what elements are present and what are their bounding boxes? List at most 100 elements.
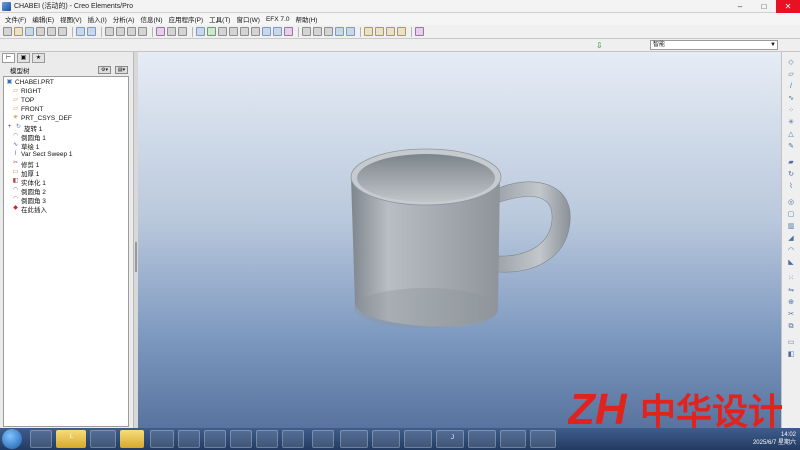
drive-icon[interactable]	[90, 430, 116, 448]
terminal-icon[interactable]	[500, 430, 526, 448]
datum-points-icon[interactable]	[386, 27, 395, 36]
zoom-in-icon[interactable]	[229, 27, 238, 36]
chamfer-tool-icon[interactable]: ◣	[786, 258, 796, 267]
datum-point-tool-icon[interactable]: ⁘	[786, 106, 796, 115]
merge-tool-icon[interactable]: ⊕	[786, 298, 796, 307]
mirror-tool-icon[interactable]: ⇋	[786, 286, 796, 295]
zoom-out-icon[interactable]	[240, 27, 249, 36]
drawing-app-icon[interactable]	[282, 430, 304, 448]
sketch-tool-icon[interactable]: ∿	[786, 94, 796, 103]
solidify-tool-icon[interactable]: ◧	[786, 350, 796, 359]
creo-window-2-icon[interactable]	[404, 430, 432, 448]
menu-efx[interactable]: EFX 7.0	[263, 16, 292, 23]
hole-tool-icon[interactable]: ◎	[786, 198, 796, 207]
menu-view[interactable]: 视图(V)	[57, 14, 85, 24]
paste-special-icon[interactable]	[138, 27, 147, 36]
csys-tool-icon[interactable]: ✳	[786, 118, 796, 127]
menu-info[interactable]: 信息(N)	[137, 14, 165, 24]
open-file-icon[interactable]	[14, 27, 23, 36]
layers-icon[interactable]	[284, 27, 293, 36]
shading-icon[interactable]	[335, 27, 344, 36]
print-icon[interactable]	[36, 27, 45, 36]
menu-analysis[interactable]: 分析(A)	[110, 14, 138, 24]
link-icon[interactable]	[58, 27, 67, 36]
select-box-icon[interactable]	[178, 27, 187, 36]
menu-window[interactable]: 窗口(W)	[233, 14, 262, 24]
maximize-button[interactable]: □	[752, 0, 776, 13]
find-icon[interactable]	[167, 27, 176, 36]
menu-tools[interactable]: 工具(T)	[206, 14, 233, 24]
paste-icon[interactable]	[127, 27, 136, 36]
whats-this-icon[interactable]	[415, 27, 424, 36]
refit-icon[interactable]	[251, 27, 260, 36]
favorites-tab[interactable]: ★	[32, 53, 45, 63]
saved-views-icon[interactable]	[273, 27, 282, 36]
player-app-icon[interactable]	[230, 430, 252, 448]
tree-node-top[interactable]: ▱ TOP	[12, 96, 34, 105]
hidden-line-icon[interactable]	[313, 27, 322, 36]
analysis-tool-icon[interactable]: △	[786, 130, 796, 139]
tree-node-right[interactable]: ▱ RIGHT	[12, 87, 41, 96]
datum-planes-icon[interactable]	[364, 27, 373, 36]
scanner-icon[interactable]	[530, 430, 556, 448]
start-button[interactable]	[2, 429, 22, 449]
menu-insert[interactable]: 插入(I)	[85, 14, 110, 24]
redo-icon[interactable]	[87, 27, 96, 36]
copy-icon[interactable]	[116, 27, 125, 36]
spin-center-icon[interactable]	[207, 27, 216, 36]
cut-icon[interactable]	[105, 27, 114, 36]
creo-window-4-icon[interactable]	[468, 430, 496, 448]
menu-file[interactable]: 文件(F)	[2, 14, 29, 24]
creo-window-1-icon[interactable]	[372, 430, 400, 448]
pencil-tool-icon[interactable]: ✎	[786, 142, 796, 151]
tree-node-front[interactable]: ▱ FRONT	[12, 105, 43, 114]
iqiyi-app-icon[interactable]	[256, 430, 278, 448]
datum-axis-tool-icon[interactable]: ▱	[786, 70, 796, 79]
trim-tool-icon[interactable]: ✂	[786, 310, 796, 319]
menu-applications[interactable]: 应用程序(P)	[166, 14, 207, 24]
reorient-icon[interactable]	[262, 27, 271, 36]
folder-icon[interactable]	[120, 430, 144, 448]
close-button[interactable]: ✕	[776, 0, 800, 13]
explorer-window-l[interactable]: L	[56, 430, 86, 448]
undo-icon[interactable]	[76, 27, 85, 36]
offset-tool-icon[interactable]: ⧉	[786, 322, 796, 331]
tree-node-sketch[interactable]: ∿ 草绘 1	[12, 141, 39, 151]
datum-plane-tool-icon[interactable]: ◇	[786, 58, 796, 67]
tree-node-insert-here[interactable]: ◆ 在此插入	[12, 204, 47, 214]
save-icon[interactable]	[25, 27, 34, 36]
wechat-icon[interactable]	[312, 430, 334, 448]
draft-tool-icon[interactable]: ◢	[786, 234, 796, 243]
revolve-tool-icon[interactable]: ↻	[786, 170, 796, 179]
menu-help[interactable]: 帮助(H)	[292, 14, 320, 24]
new-file-icon[interactable]	[3, 27, 12, 36]
regenerate-arrow-icon[interactable]: ⇩	[596, 41, 604, 50]
expand-icon[interactable]: +	[6, 124, 13, 131]
folder-browser-tab[interactable]: ▣	[17, 53, 30, 63]
k-app-icon[interactable]	[178, 430, 200, 448]
repaint-icon[interactable]	[196, 27, 205, 36]
thicken-tool-icon[interactable]: ▭	[786, 338, 796, 347]
enhanced-realism-icon[interactable]	[346, 27, 355, 36]
extrude-tool-icon[interactable]: ▰	[786, 158, 796, 167]
creo-window-3-icon[interactable]: J	[436, 430, 464, 448]
email-icon[interactable]	[47, 27, 56, 36]
graphics-window[interactable]	[138, 52, 781, 428]
sweep-tool-icon[interactable]: ⌇	[786, 182, 796, 191]
pattern-tool-icon[interactable]: ⁙	[786, 274, 796, 283]
menu-edit[interactable]: 编辑(E)	[29, 14, 57, 24]
selection-filter-dropdown[interactable]: 智能 ▼	[650, 40, 778, 50]
minimize-button[interactable]: –	[728, 0, 752, 13]
splitter-grip[interactable]	[135, 242, 137, 272]
mug-model[interactable]	[138, 52, 781, 428]
orient-mode-icon[interactable]	[218, 27, 227, 36]
wireframe-icon[interactable]	[302, 27, 311, 36]
shell-tool-icon[interactable]: ▢	[786, 210, 796, 219]
rib-tool-icon[interactable]: ▥	[786, 222, 796, 231]
tree-settings-icon[interactable]: ⚙▾	[98, 66, 111, 74]
tree-show-icon[interactable]: ▤▾	[115, 66, 128, 74]
wechat-window-icon[interactable]	[340, 430, 368, 448]
round-tool-icon[interactable]: ◠	[786, 246, 796, 255]
ie-icon[interactable]	[30, 430, 52, 448]
datum-axes-icon[interactable]	[375, 27, 384, 36]
